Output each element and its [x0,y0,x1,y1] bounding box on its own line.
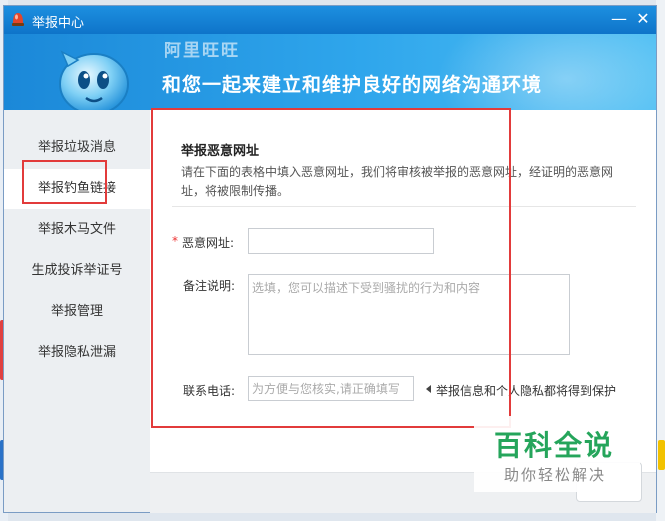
title-bar: 举报中心 — ✕ [4,6,656,34]
sidebar-item-report-trojan[interactable]: 举报木马文件 [4,210,150,250]
sidebar-item-complaint-id[interactable]: 生成投诉举证号 [4,251,150,291]
sidebar-item-report-manage[interactable]: 举报管理 [4,292,150,332]
privacy-notice: 举报信息和个人隐私都将得到保护 [436,384,617,398]
background-mark [658,440,665,470]
section-title: 举报恶意网址 [181,144,260,159]
url-input[interactable] [248,228,434,254]
alarm-light-icon [12,13,24,26]
banner-slogan: 和您一起来建立和维护良好的网络沟通环境 [162,74,543,96]
banner: 阿里旺旺 和您一起来建立和维护良好的网络沟通环境 [4,34,656,110]
minimize-button[interactable]: — [610,10,628,28]
note-textarea[interactable] [248,274,570,355]
section-description: 请在下面的表格中填入恶意网址，我们将审核被举报的恶意网址，经证明的恶意网址，将被… [181,165,614,198]
watermark: 百科全说 助你轻松解决 [474,416,640,492]
arrow-left-icon [426,385,431,393]
sidebar: 举报垃圾消息 举报钓鱼链接 举报木马文件 生成投诉举证号 举报管理 举报隐私泄漏 [4,110,150,512]
wangwang-mascot-icon [59,50,129,110]
required-marker: * [172,234,178,248]
sidebar-item-report-spam[interactable]: 举报垃圾消息 [4,128,150,168]
window-title: 举报中心 [32,16,85,31]
divider [172,206,636,207]
watermark-subtitle: 助你轻松解决 [504,466,607,484]
watermark-title: 百科全说 [494,429,615,462]
close-button[interactable]: ✕ [634,10,652,28]
banner-product-name: 阿里旺旺 [164,41,240,61]
sidebar-item-report-privacy[interactable]: 举报隐私泄漏 [4,333,150,373]
url-label: 恶意网址: [182,236,235,250]
note-label: 备注说明: [183,279,236,293]
sidebar-item-report-phishing[interactable]: 举报钓鱼链接 [4,169,150,209]
phone-input[interactable] [248,376,414,401]
phone-label: 联系电话: [183,384,236,398]
